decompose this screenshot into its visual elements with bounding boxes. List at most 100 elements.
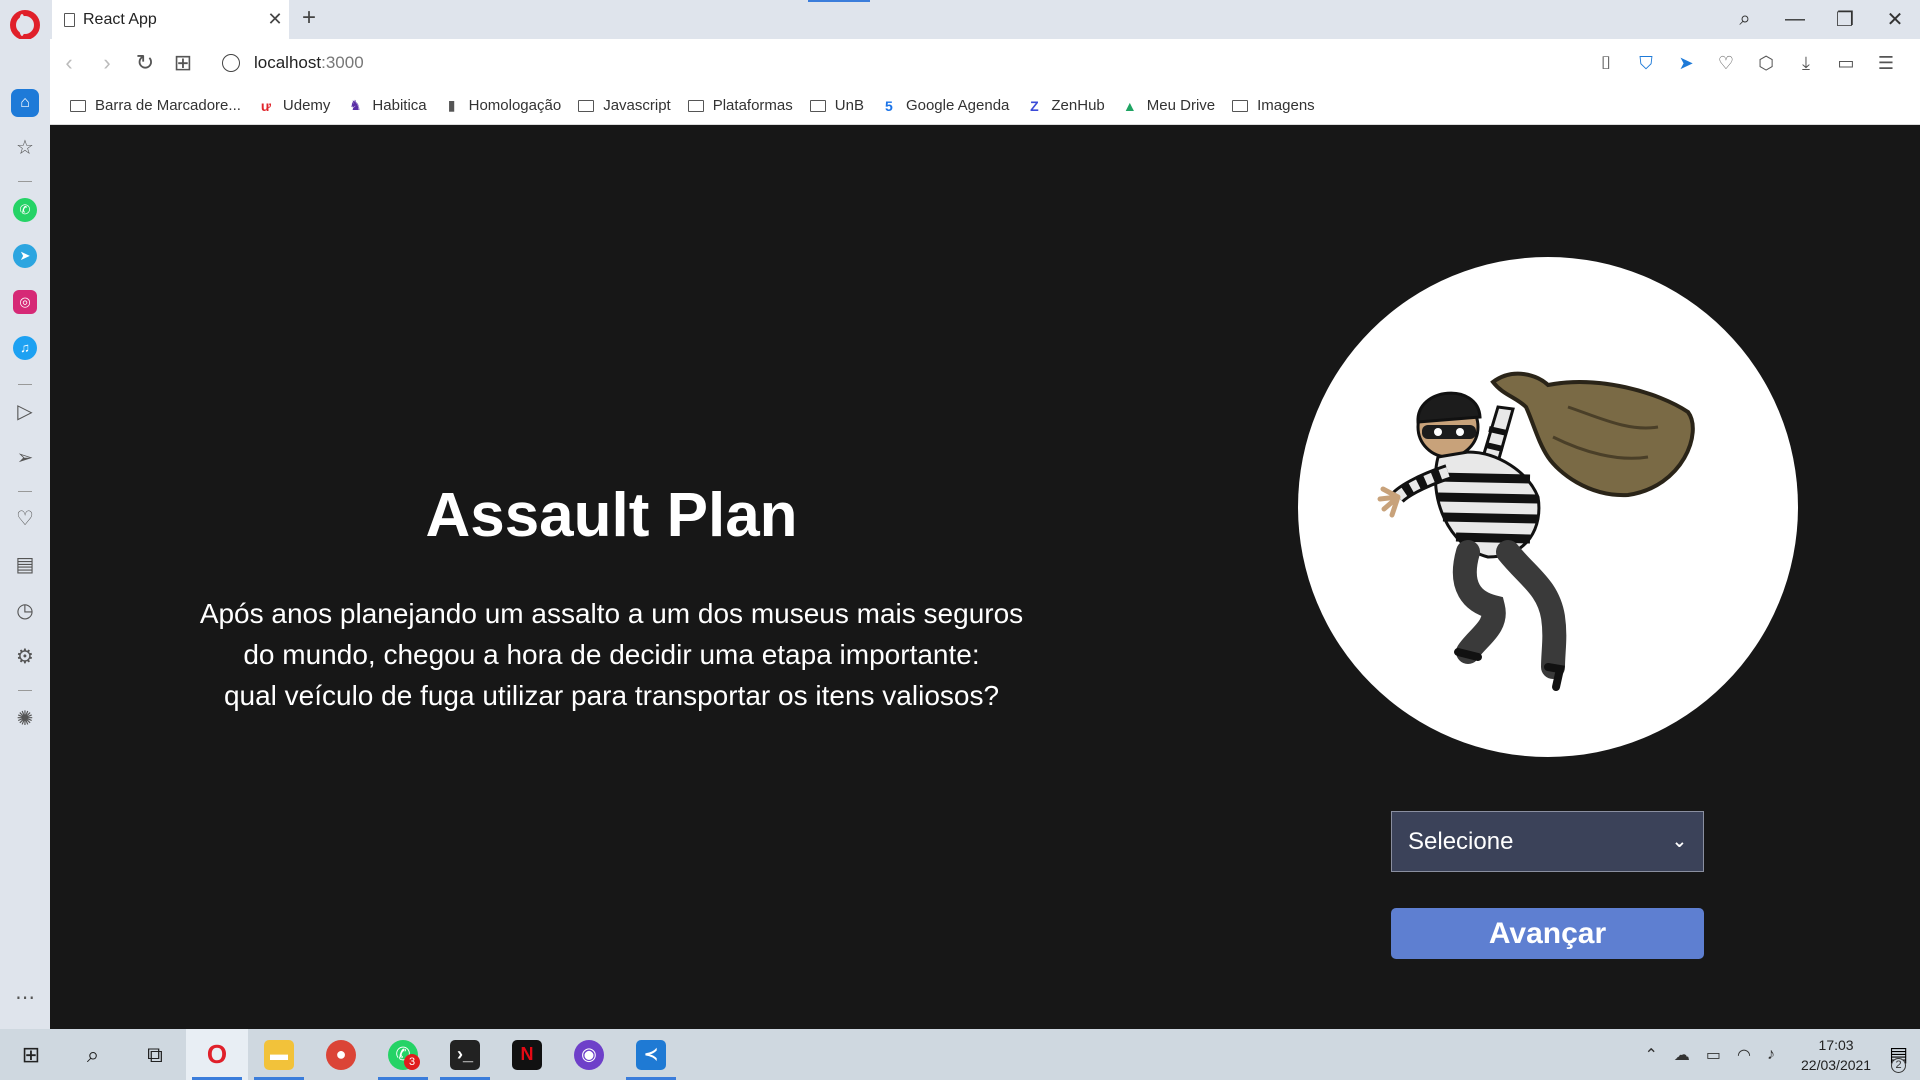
wifi-icon[interactable]: ◠	[1737, 1045, 1751, 1065]
bookmark-item[interactable]: ư Udemy	[258, 97, 331, 114]
shield-icon[interactable]: ⛉	[1626, 53, 1666, 74]
chrome-icon[interactable]: ●	[310, 1029, 372, 1080]
tab-react-app[interactable]: React App ✕	[52, 0, 289, 39]
camera-icon[interactable]: ⌷	[1586, 53, 1626, 74]
instagram-icon[interactable]: ◎	[13, 290, 37, 314]
lightbulb-icon[interactable]: ✺	[0, 706, 50, 731]
download-icon[interactable]: ⤓	[1786, 53, 1826, 74]
window-controls: ⌕ — ❐ ✕	[1720, 0, 1920, 39]
player-icon[interactable]: ▷	[0, 399, 50, 424]
easy-setup-icon[interactable]: ☰	[1866, 53, 1906, 74]
news-icon[interactable]: ▤	[0, 552, 50, 577]
restore-button[interactable]: ❐	[1820, 7, 1870, 32]
zenhub-icon: Z	[1030, 97, 1039, 114]
folder-icon: ▬	[264, 1039, 294, 1070]
file-explorer-icon[interactable]: ▬	[248, 1029, 310, 1080]
url-port: :3000	[321, 53, 364, 72]
terminal-logo-icon: ›_	[450, 1039, 480, 1070]
bookmark-label: Homologação	[468, 97, 562, 114]
bookmark-item[interactable]: Barra de Marcadore...	[70, 97, 241, 114]
send-icon[interactable]: ➤	[1666, 53, 1706, 74]
bookmarks-bar: Barra de Marcadore... ư Udemy ♞ Habitica ▮ Hom…	[50, 87, 1920, 125]
bookmark-label: Imagens	[1257, 97, 1315, 114]
flow-icon[interactable]: ➢	[0, 445, 50, 470]
cube-icon[interactable]: ⬡	[1746, 53, 1786, 74]
folder-icon	[809, 99, 826, 112]
bookmark-item[interactable]: 5 Google Agenda	[881, 97, 1009, 114]
vscode-icon[interactable]: ≺	[620, 1029, 682, 1080]
chevron-up-icon[interactable]: ⌃	[1645, 1045, 1658, 1065]
whatsapp-badge: 3	[404, 1054, 420, 1070]
habitica-icon: ♞	[349, 97, 362, 113]
bookmark-item[interactable]: Javascript	[578, 97, 671, 114]
cloud-icon[interactable]: ☁	[1674, 1045, 1690, 1065]
sidebar: ⌂ ☆ ✆ ➤ ◎ ♫ ▷ ➢ ♡ ▤ ◷ ⚙ ✺ ⋯	[0, 39, 50, 1029]
windows-start-icon[interactable]: ⊞	[0, 1029, 62, 1080]
bookmark-label: Meu Drive	[1146, 97, 1216, 114]
description-line: do mundo, chegou a hora de decidir uma e…	[243, 639, 980, 670]
bookmark-item[interactable]: ▮ Homologação	[444, 97, 562, 114]
notifications-icon[interactable]: ▤ 2	[1889, 1042, 1908, 1073]
home-icon[interactable]: ⌂	[11, 89, 39, 117]
heart-icon[interactable]: ♡	[0, 506, 50, 531]
description-line: Após anos planejando um assalto a um dos…	[199, 598, 1024, 629]
folder-icon	[578, 99, 595, 112]
bookmark-item[interactable]: Plataformas	[687, 97, 793, 114]
url-field[interactable]: localhost:3000	[254, 53, 364, 73]
telegram-icon[interactable]: ➤	[13, 244, 37, 268]
volume-icon[interactable]: ♪	[1767, 1046, 1775, 1064]
bookmark-item[interactable]: ♞ Habitica	[347, 97, 426, 114]
escape-vehicle-select[interactable]: Selecione ⌄	[1391, 811, 1704, 872]
tab-title: React App	[83, 10, 157, 28]
github-icon[interactable]: ◉	[558, 1029, 620, 1080]
back-icon[interactable]: ‹	[50, 50, 88, 76]
more-icon[interactable]: ⋯	[0, 985, 50, 1010]
bookmark-item[interactable]: Imagens	[1232, 97, 1315, 114]
terminal-icon[interactable]: ›_	[434, 1029, 496, 1080]
whatsapp-taskbar-icon[interactable]: ✆ 3	[372, 1029, 434, 1080]
advance-button[interactable]: Avançar	[1391, 908, 1704, 959]
thief-illustration	[1298, 257, 1798, 757]
history-icon[interactable]: ◷	[0, 598, 50, 623]
whatsapp-icon[interactable]: ✆	[13, 198, 37, 222]
bookmark-item[interactable]: ▲ Meu Drive	[1122, 97, 1215, 114]
opera-taskbar-icon[interactable]: O	[186, 1029, 248, 1080]
twitter-icon[interactable]: ♫	[13, 336, 37, 360]
battery-icon[interactable]: ▭	[1706, 1045, 1721, 1065]
page-title: Assault Plan	[425, 481, 798, 550]
search-icon[interactable]: ⌕	[62, 1029, 124, 1080]
opera-icon: O	[206, 1039, 228, 1069]
bookmark-item[interactable]: Z ZenHub	[1026, 97, 1105, 114]
search-tabs-icon[interactable]: ⌕	[1720, 8, 1770, 31]
netflix-logo-icon: N	[512, 1039, 542, 1070]
site-info-icon[interactable]	[222, 54, 240, 72]
minimize-button[interactable]: —	[1770, 8, 1820, 31]
taskbar: ⊞ ⌕ ⧉ O ▬ ● ✆ 3 ›_ N ◉ ≺ ⌃ ☁ ▭ ◠ ♪ 17:03 …	[0, 1029, 1920, 1080]
bookmark-label: Barra de Marcadore...	[95, 97, 241, 114]
close-window-button[interactable]: ✕	[1870, 7, 1920, 32]
sidebar-separator	[18, 690, 32, 691]
clock[interactable]: 17:03 22/03/2021	[1801, 1035, 1871, 1075]
bookmark-item[interactable]: UnB	[809, 97, 864, 114]
forward-icon[interactable]: ›	[88, 50, 126, 76]
app-content: Assault Plan Após anos planejando um ass…	[50, 125, 1920, 1029]
heart-icon[interactable]: ♡	[1706, 53, 1746, 74]
speed-dial-icon[interactable]: ⊞	[164, 50, 202, 76]
bookmark-label: Plataformas	[712, 97, 793, 114]
tab-drag-indicator	[808, 0, 870, 2]
document-icon: ▮	[447, 97, 456, 113]
tab-close-icon[interactable]: ✕	[261, 9, 289, 30]
url-host: localhost	[254, 53, 322, 72]
new-tab-button[interactable]: +	[302, 4, 316, 32]
settings-icon[interactable]: ⚙	[0, 644, 50, 669]
sidebar-separator	[18, 491, 32, 492]
task-view-icon[interactable]: ⧉	[124, 1029, 186, 1080]
battery-icon[interactable]: ▭	[1826, 53, 1866, 74]
star-icon[interactable]: ☆	[0, 135, 50, 160]
bookmark-label: UnB	[834, 97, 864, 114]
bookmark-label: Udemy	[282, 97, 331, 114]
sidebar-separator	[18, 384, 32, 385]
opera-menu-icon[interactable]	[10, 10, 40, 40]
reload-icon[interactable]: ↻	[126, 50, 164, 76]
netflix-icon[interactable]: N	[496, 1029, 558, 1080]
